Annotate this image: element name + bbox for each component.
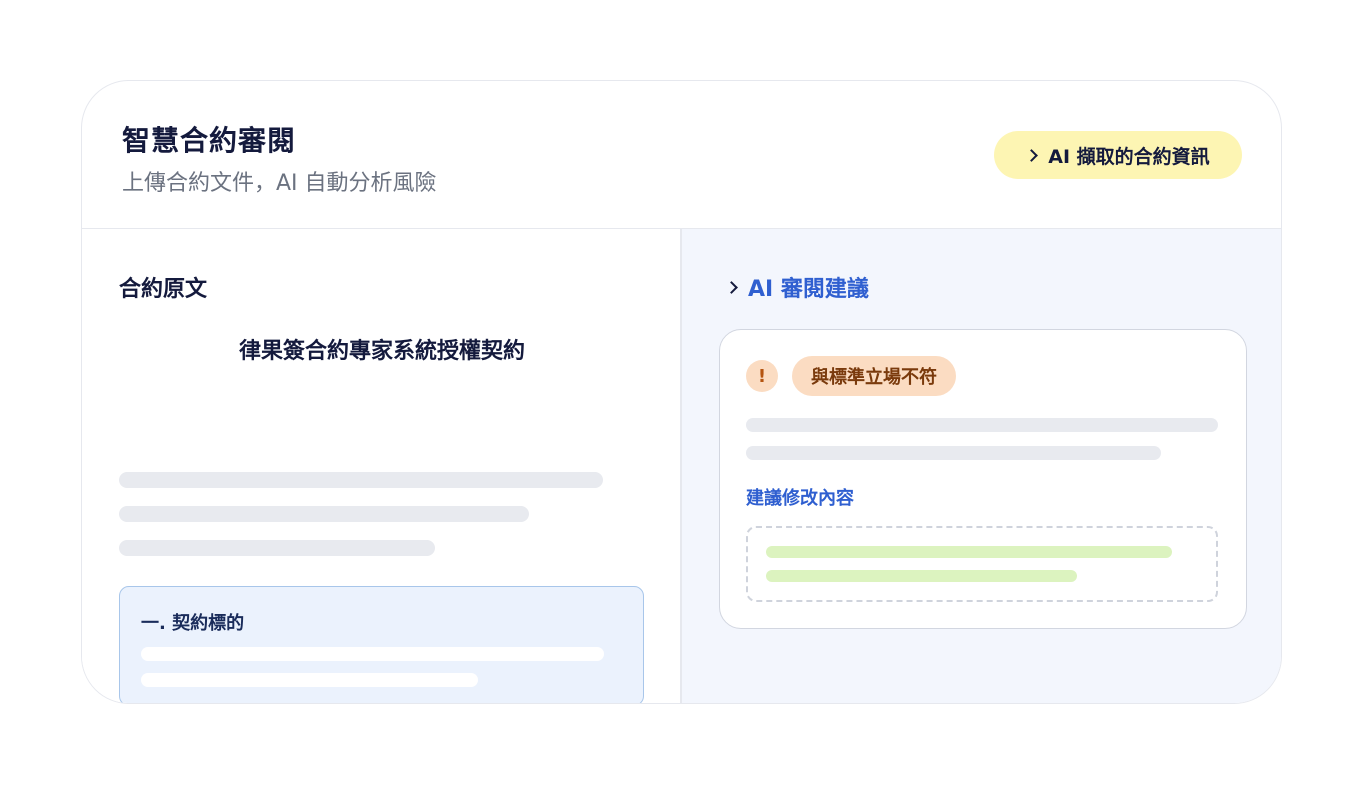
clause-title: 一. 契約標的 [141,613,245,634]
ai-extract-info-button[interactable]: AI 擷取的合約資訊 [994,131,1242,179]
revision-placeholder-line [766,570,1077,582]
ai-extract-info-label: AI 擷取的合約資訊 [1048,145,1210,168]
contract-review-card: 智慧合約審閱 上傳合約文件，AI 自動分析風險 AI 擷取的合約資訊 合約原文 … [81,80,1282,704]
original-contract-pane: 合約原文 律果簽合約專家系統授權契約 一. 契約標的 [82,229,681,703]
suggestion-card: ! 與標準立場不符 建議修改內容 [719,329,1247,629]
revision-placeholder-line [766,546,1172,558]
ai-review-heading[interactable]: AI 審閱建議 [726,271,869,303]
ai-review-heading-label: AI 審閱建議 [748,277,869,302]
text-placeholder-line [119,506,529,522]
original-contract-heading: 合約原文 [119,277,208,302]
chevron-right-icon [726,280,740,294]
revision-label: 建議修改內容 [746,488,854,509]
text-placeholder-line [746,446,1161,460]
text-placeholder-line [119,540,435,556]
page-subtitle: 上傳合約文件，AI 自動分析風險 [122,171,437,196]
clause-text-placeholder-line [141,647,604,661]
document-title: 律果簽合約專家系統授權契約 [238,339,525,364]
status-badge: 與標準立場不符 [792,356,956,396]
exclamation-icon: ! [746,360,778,392]
revision-content-box[interactable] [746,526,1218,602]
ai-review-pane: AI 審閱建議 ! 與標準立場不符 建議修改內容 [682,229,1281,703]
text-placeholder-line [119,472,603,488]
chevron-right-icon [1026,148,1040,162]
highlighted-clause[interactable]: 一. 契約標的 [119,586,644,703]
clause-text-placeholder-line [141,673,478,687]
card-header: 智慧合約審閱 上傳合約文件，AI 自動分析風險 AI 擷取的合約資訊 [82,81,1281,229]
page-title: 智慧合約審閱 [122,124,297,157]
text-placeholder-line [746,418,1218,432]
